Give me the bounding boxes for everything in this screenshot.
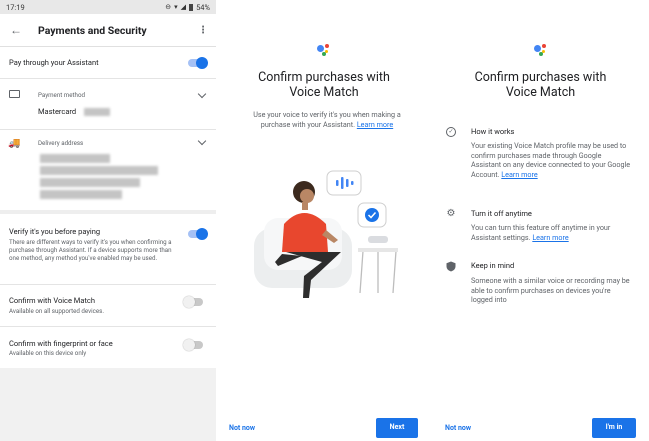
voice-match-label: Confirm with Voice Match xyxy=(9,296,95,305)
learn-more-link[interactable]: Learn more xyxy=(532,233,568,242)
credit-card-icon xyxy=(9,90,20,98)
im-in-button[interactable]: I'm in xyxy=(592,418,636,438)
status-bar: 17:19 ⊖ ▾ ◢ 54% xyxy=(0,0,216,14)
voice-match-toggle[interactable] xyxy=(183,296,203,308)
delivery-address-label: Delivery address xyxy=(38,139,84,147)
feature-body: Someone with a similar voice or recordin… xyxy=(471,276,630,304)
signal-icon: ◢ xyxy=(180,3,187,11)
gear-icon: ⚙ xyxy=(446,208,456,219)
pay-through-toggle[interactable] xyxy=(188,57,208,69)
status-time: 17:19 xyxy=(6,2,25,12)
verify-label: Verify it's you before paying xyxy=(9,227,101,236)
payments-security-screen: 17:19 ⊖ ▾ ◢ 54% ← Payments and Security … xyxy=(0,0,216,441)
fingerprint-description: Available on this device only xyxy=(9,349,87,357)
pay-through-assistant-row[interactable]: Pay through your Assistant xyxy=(0,48,216,78)
fingerprint-label: Confirm with fingerprint or face xyxy=(9,339,113,348)
app-bar: ← Payments and Security ⋮ xyxy=(0,14,216,47)
chevron-down-icon[interactable] xyxy=(197,136,207,146)
verify-toggle[interactable] xyxy=(188,228,208,240)
screen-description: Use your voice to verify it's you when m… xyxy=(253,110,401,129)
verify-description: There are different ways to verify it's … xyxy=(9,238,172,262)
redacted-address xyxy=(40,190,122,199)
chevron-down-icon[interactable] xyxy=(197,89,207,99)
redacted-address xyxy=(40,166,158,175)
feature-body: You can turn this feature off anytime in… xyxy=(471,223,611,242)
payment-method-row[interactable]: Payment method Mastercard xyxy=(0,79,216,129)
voice-match-description: Available on all supported devices. xyxy=(9,307,104,315)
page-title: Payments and Security xyxy=(38,23,147,37)
wifi-icon: ▾ xyxy=(174,3,178,11)
screen-title: Confirm purchases with Voice Match xyxy=(258,70,390,100)
feature-title: Turn it off anytime xyxy=(471,209,532,218)
learn-more-link[interactable]: Learn more xyxy=(501,170,537,179)
fingerprint-toggle[interactable] xyxy=(183,339,203,351)
voice-match-intro-screen: Confirm purchases with Voice Match Use y… xyxy=(216,0,432,441)
verify-before-paying-row[interactable]: Verify it's you before paying There are … xyxy=(0,222,216,282)
back-arrow-icon[interactable]: ← xyxy=(8,22,24,38)
redacted-address xyxy=(40,178,140,187)
delivery-address-row[interactable]: 🚚 Delivery address xyxy=(0,130,216,210)
google-assistant-logo xyxy=(317,44,331,56)
learn-more-link[interactable]: Learn more xyxy=(357,120,393,129)
redacted-address xyxy=(40,154,110,163)
not-now-button[interactable]: Not now xyxy=(229,424,255,432)
pay-through-label: Pay through your Assistant xyxy=(9,58,99,67)
payment-method-label: Payment method xyxy=(38,91,85,99)
redacted-card-number xyxy=(84,108,110,116)
payment-method-value: Mastercard xyxy=(38,107,77,116)
shield-icon xyxy=(446,261,456,272)
voice-match-row[interactable]: Confirm with Voice Match Available on al… xyxy=(0,285,216,325)
google-assistant-logo xyxy=(534,44,548,56)
feature-title: Keep in mind xyxy=(471,261,515,270)
feature-body: Your existing Voice Match profile may be… xyxy=(471,141,631,179)
battery-level: 54% xyxy=(196,2,210,12)
not-now-button[interactable]: Not now xyxy=(445,424,471,432)
section-divider xyxy=(0,210,216,214)
screen-title: Confirm purchases with Voice Match xyxy=(474,70,607,100)
battery-icon xyxy=(189,3,194,11)
empty-area xyxy=(0,368,216,441)
more-options-icon[interactable]: ⋮ xyxy=(198,25,208,36)
check-circle-icon: ✓ xyxy=(446,127,456,137)
dnd-icon: ⊖ xyxy=(165,3,172,11)
truck-icon: 🚚 xyxy=(8,138,21,149)
next-button[interactable]: Next xyxy=(376,418,418,438)
voice-match-details-screen: Confirm purchases with Voice Match ✓ How… xyxy=(432,0,649,441)
fingerprint-row[interactable]: Confirm with fingerprint or face Availab… xyxy=(0,327,216,367)
person-speaking-illustration xyxy=(254,170,398,298)
feature-title: How it works xyxy=(471,127,515,136)
